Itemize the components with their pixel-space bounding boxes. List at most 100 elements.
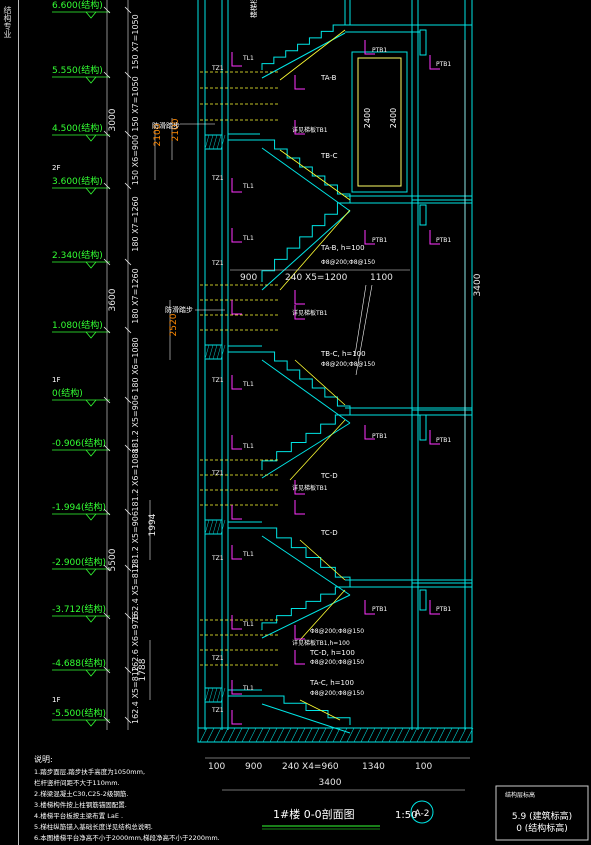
hatch-line — [212, 687, 218, 703]
dim-step: 180 X6=1080 — [131, 337, 140, 392]
column-tag: TZ1 — [211, 65, 224, 72]
hatch-line — [311, 727, 320, 743]
rebar-marker — [294, 625, 305, 640]
hatch-line — [437, 727, 446, 743]
hatch-line — [290, 727, 299, 743]
dim-step: 150 X7=1050 — [131, 76, 140, 131]
dim-step: 181.2 X6=1088 — [131, 448, 140, 511]
flight-1 — [261, 24, 345, 70]
beam-tag: TL1 — [242, 183, 254, 190]
hatch-line — [402, 727, 411, 743]
platform-tag: PTB1 — [372, 47, 387, 54]
hatch-line — [212, 344, 218, 360]
elevation-text: 0(结构) — [52, 387, 83, 399]
hatch-line — [206, 727, 215, 743]
dim-mid-steps: 240 X5=1200 — [285, 273, 348, 283]
slab-note: 详见梯板TB1,h=100 — [292, 639, 350, 647]
section-drawing: 6.600(结构) 5.550(结构) 4.500(结构) 2F 3.600(结构) 2.… — [34, 0, 589, 842]
elevation-triangle — [85, 568, 97, 576]
hatch-line — [283, 727, 292, 743]
elevation-triangle — [85, 669, 97, 677]
hatch-line — [216, 134, 222, 150]
hatch-line — [367, 727, 376, 743]
hatch-line — [388, 727, 397, 743]
hatch-line — [416, 727, 425, 743]
flight-label: TC-D — [320, 529, 338, 537]
dim-mid-left: 900 — [240, 273, 257, 283]
hatch-line — [216, 519, 222, 535]
dim-bottom: 100 — [208, 762, 225, 772]
hatch-line — [241, 727, 250, 743]
rebar-marker — [294, 290, 305, 305]
hatch-line — [204, 134, 210, 150]
rebar-marker — [231, 52, 242, 67]
elevation-text: -2.900(结构) — [52, 556, 106, 568]
elevation-text: 2.340(结构) — [52, 249, 103, 261]
elevation-triangle — [85, 399, 97, 407]
dim-step: 180 X7=1260 — [131, 196, 140, 251]
hatch-line — [199, 727, 208, 743]
rebar-marker — [231, 710, 242, 725]
drawing-title: 1#楼 0-0剖面图 — [273, 807, 355, 821]
beam-box — [419, 29, 427, 56]
column-tag: TZ1 — [211, 470, 224, 477]
hatch-line — [208, 519, 214, 535]
hatch-line — [395, 727, 404, 743]
rebar-marker — [231, 178, 242, 193]
platform-tag: PTB1 — [372, 237, 387, 244]
flight-line — [289, 419, 346, 481]
rebar-marker — [231, 300, 242, 315]
flight-label: TB-C, h=100 — [320, 350, 366, 358]
floor-label: 1F — [52, 376, 60, 384]
stamp-line: 0 (结构标高) — [516, 822, 568, 834]
hatch-line — [212, 134, 218, 150]
beam-tag: TL1 — [242, 381, 254, 388]
hatch-line — [353, 727, 362, 743]
floor-label: 1F — [52, 696, 60, 704]
elevation-markers: 6.600(结构) 5.550(结构) 4.500(结构) 2F 3.600(结构) 2.… — [52, 0, 110, 727]
column-tag: TZ1 — [211, 175, 224, 182]
elevation-text: 1.080(结构) — [52, 319, 103, 331]
elevation-triangle — [85, 331, 97, 339]
hatch-line — [381, 727, 390, 743]
hatch-line — [216, 687, 222, 703]
platform-tag: PTB1 — [436, 61, 451, 68]
elevation-text: 4.500(结构) — [52, 122, 103, 134]
hatch-line — [269, 727, 278, 743]
drawing-index: A-2 — [415, 809, 430, 819]
callout-label: 防滑踏步 — [152, 121, 180, 130]
flight-label: TA-B — [320, 74, 337, 82]
stamp-title: 结构层标高 — [505, 791, 535, 799]
hatch-line — [318, 727, 327, 743]
dim-right: 3400 — [473, 273, 483, 296]
hatch-line — [248, 727, 257, 743]
dim-total: 3000 — [108, 108, 118, 131]
note-item: 3.楼梯构件按上柱钢筋锚固配置. — [34, 800, 127, 809]
flight-line — [279, 149, 351, 201]
hatch-line — [430, 727, 439, 743]
dim-step: 150 X6=900 — [131, 135, 140, 185]
flight-line — [299, 539, 346, 581]
rebar-markers — [231, 40, 440, 725]
column-tag: TZ1 — [211, 377, 224, 384]
elevation-text: -1.994(结构) — [52, 501, 106, 513]
hatch-line — [234, 727, 243, 743]
window-frame — [351, 51, 408, 193]
hatch-line — [262, 727, 271, 743]
hatch-line — [458, 727, 467, 743]
slab-note: 详见梯板TB1 — [292, 309, 328, 317]
hatch-line — [374, 727, 383, 743]
flight-7 — [261, 586, 350, 630]
beam-tag: TL1 — [242, 621, 254, 628]
column-tag: TZ1 — [211, 707, 224, 714]
elevation-triangle — [85, 76, 97, 84]
hatch-line — [213, 727, 222, 743]
dim-bottom: 100 — [415, 762, 432, 772]
flight-2 — [262, 139, 351, 203]
callout-label: 楼梯栏杆 — [249, 0, 258, 18]
elevation-triangle — [85, 134, 97, 142]
hatch-line — [204, 519, 210, 535]
rebar-label: Φ8@200;Φ8@150 — [310, 628, 364, 635]
dim-total: 3600 — [108, 288, 118, 311]
hatch-line — [208, 687, 214, 703]
